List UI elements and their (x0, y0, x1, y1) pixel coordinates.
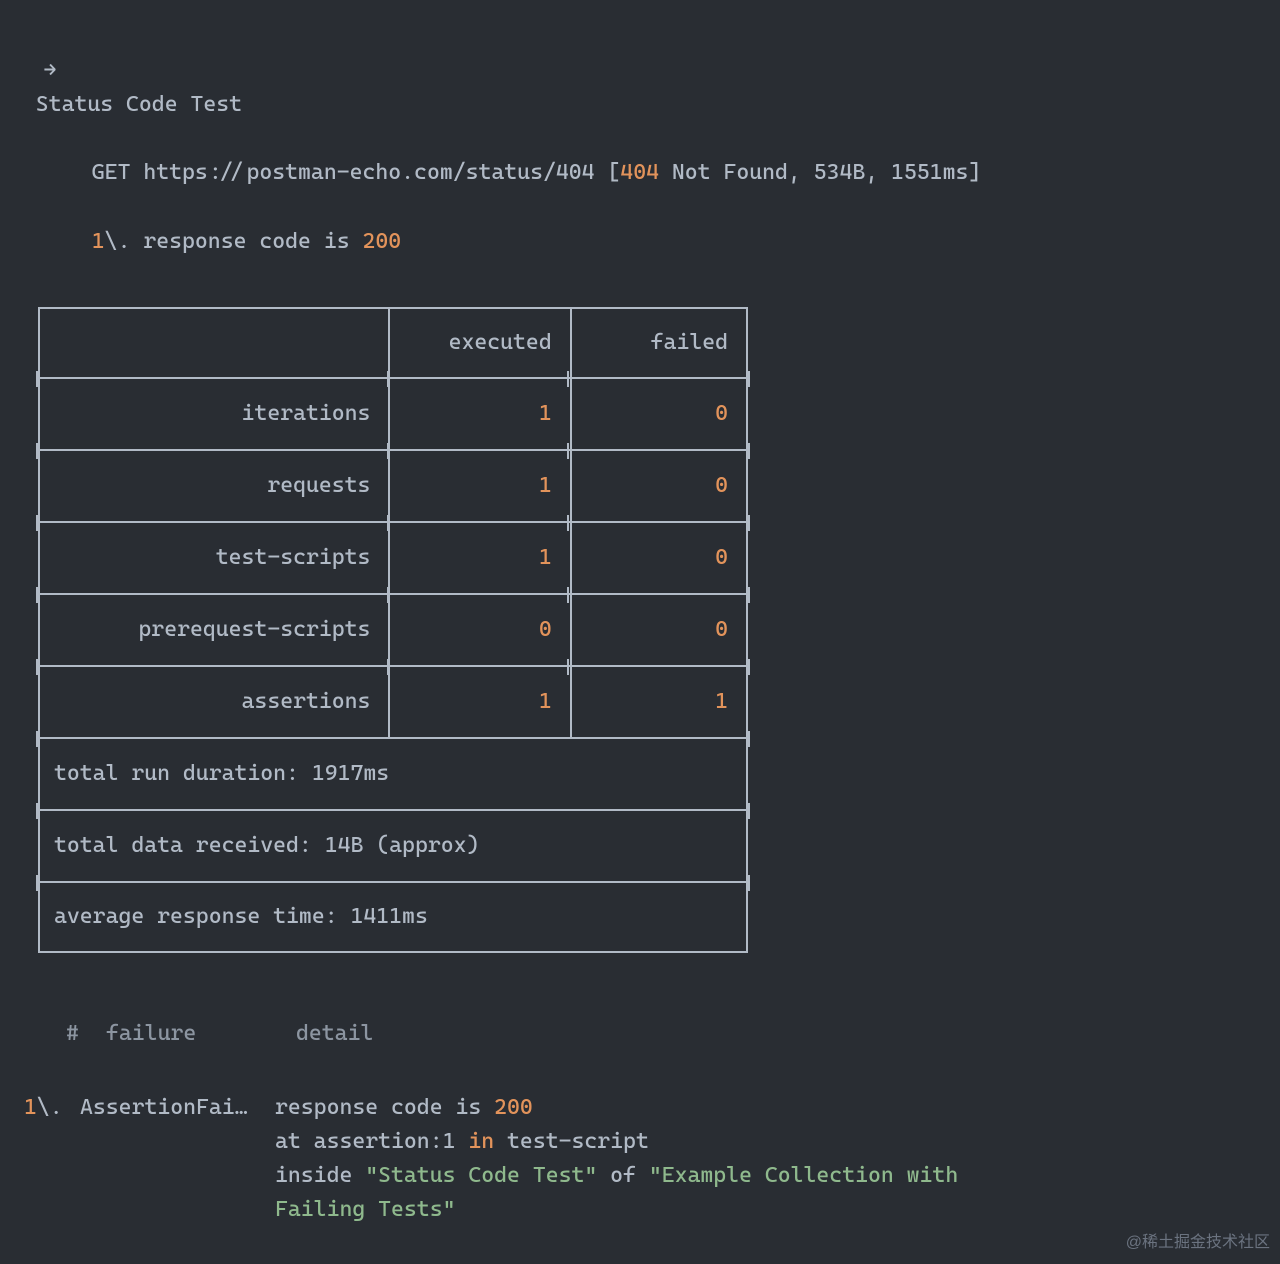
row-label: test-scripts (40, 523, 388, 593)
row-failed: 0 (572, 523, 746, 593)
failure-detail: response code is 200 at assertion:1 in t… (275, 1091, 958, 1227)
col-detail: detail (296, 1021, 373, 1046)
detail-text: response code is (275, 1095, 494, 1120)
detail-text: inside (275, 1163, 365, 1188)
detail-string: "Status Code Test" (365, 1163, 597, 1188)
row-executed: 1 (390, 667, 569, 737)
col-executed: executed (390, 309, 569, 377)
detail-keyword: in (468, 1129, 494, 1154)
assertion-sep: \. (105, 229, 144, 254)
status-open: [ (595, 160, 621, 185)
row-label: iterations (40, 379, 388, 449)
row-executed: 1 (390, 523, 569, 593)
row-failed: 0 (572, 451, 746, 521)
row-failed: 0 (572, 379, 746, 449)
row-executed: 1 (390, 379, 569, 449)
detail-string: Failing Tests" (275, 1197, 455, 1222)
assertion-text: response code is (143, 229, 362, 254)
request-url: https://postman-echo.com/status/404 (143, 160, 594, 185)
watermark: @稀土掘金技术社区 (1126, 1231, 1270, 1256)
row-label: requests (40, 451, 388, 521)
table-row: test-scripts 1 0 (38, 523, 748, 593)
table-row: requests 1 0 (38, 451, 748, 521)
summary-avg-time: average response time: 1411ms (38, 883, 748, 953)
detail-text: test-script (494, 1129, 649, 1154)
status-code: 404 (620, 160, 659, 185)
summary-duration: total run duration: 1917ms (38, 739, 748, 809)
request-line: GET https://postman-echo.com/status/404 … (10, 122, 1270, 190)
table-row: prerequest-scripts 0 0 (38, 595, 748, 665)
row-failed: 0 (572, 595, 746, 665)
failure-row: 1\. AssertionFai… response code is 200 at… (10, 1091, 1270, 1227)
row-executed: 0 (390, 595, 569, 665)
detail-value: 200 (494, 1095, 533, 1120)
table-row: iterations 1 0 (38, 379, 748, 449)
http-method: GET (92, 160, 131, 185)
summary-data: total data received: 14B (approx) (38, 811, 748, 881)
results-table: executed failed iterations 1 0 requests … (38, 307, 748, 953)
assertion-index: 1 (92, 229, 105, 254)
col-failed: failed (572, 309, 746, 377)
failure-type: AssertionFai… (80, 1091, 275, 1125)
detail-text: of (597, 1163, 649, 1188)
test-name: Status Code Test (36, 92, 242, 117)
arrow-icon: → (36, 54, 64, 88)
status-meta: Not Found, 534B, 1551ms] (659, 160, 981, 185)
col-failure: failure (106, 1017, 296, 1051)
assertion-line: 1\. response code is 200 (10, 190, 1270, 258)
failure-index-sep: \. (37, 1095, 63, 1120)
failure-index: 1 (24, 1095, 37, 1120)
table-header-row: executed failed (38, 307, 748, 377)
col-hash: # (66, 1017, 106, 1051)
row-label: assertions (40, 667, 388, 737)
assertion-value: 200 (362, 229, 401, 254)
row-label: prerequest-scripts (40, 595, 388, 665)
test-name-line: → Status Code Test (10, 20, 1270, 122)
row-failed: 1 (572, 667, 746, 737)
failures-header: #failuredetail (10, 1017, 1270, 1051)
row-executed: 1 (390, 451, 569, 521)
detail-string: "Example Collection with (649, 1163, 958, 1188)
detail-text: at assertion:1 (275, 1129, 468, 1154)
table-row: assertions 1 1 (38, 667, 748, 737)
